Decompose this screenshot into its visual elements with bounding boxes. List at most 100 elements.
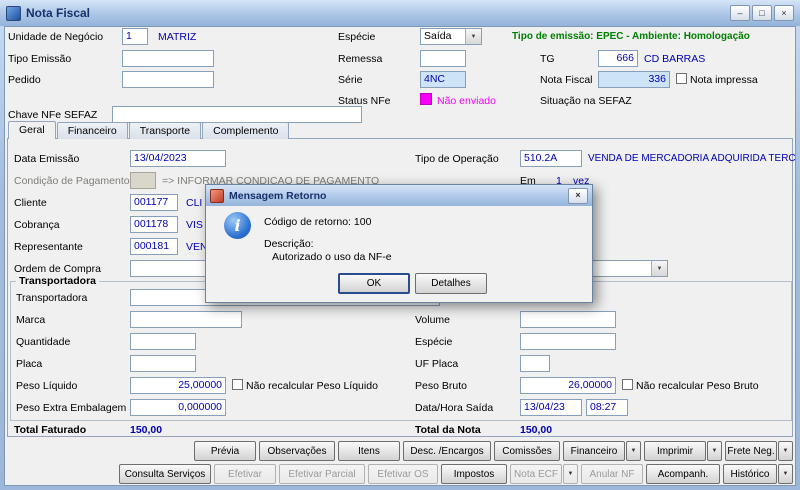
close-button[interactable]: × bbox=[774, 5, 794, 21]
peso-bruto-field[interactable]: 26,00000 bbox=[520, 377, 616, 394]
frete-neg-dropdown-button[interactable]: ▼ bbox=[778, 441, 793, 461]
marca-field[interactable] bbox=[130, 311, 242, 328]
chevron-down-icon: ▼ bbox=[712, 448, 718, 454]
imprimir-split-button: Imprimir ▼ bbox=[644, 441, 722, 461]
ok-button[interactable]: OK bbox=[338, 273, 410, 294]
status-nfe-color-swatch bbox=[420, 93, 432, 105]
cobranca-field[interactable]: 001178 bbox=[130, 216, 178, 233]
comissoes-button[interactable]: Comissões bbox=[494, 441, 560, 461]
uf-placa-field[interactable] bbox=[520, 355, 550, 372]
quantidade-field[interactable] bbox=[130, 333, 196, 350]
nao-recalcular-peso-bruto-checkbox[interactable] bbox=[622, 379, 633, 390]
total-nota-label: Total da Nota bbox=[415, 424, 481, 436]
detalhes-button[interactable]: Detalhes bbox=[415, 273, 487, 294]
dialog-close-button[interactable]: × bbox=[568, 188, 588, 204]
cliente-field[interactable]: 001177 bbox=[130, 194, 178, 211]
ordem-compra-label: Ordem de Compra bbox=[14, 263, 101, 275]
window-title: Nota Fiscal bbox=[26, 6, 728, 20]
consulta-servicos-button[interactable]: Consulta Serviços bbox=[119, 464, 211, 484]
total-faturado-label: Total Faturado bbox=[14, 424, 86, 436]
tg-label: TG bbox=[540, 53, 555, 65]
chevron-down-icon: ▼ bbox=[568, 471, 574, 477]
tg-field[interactable]: 666 bbox=[598, 50, 638, 67]
especie-transporte-field[interactable] bbox=[520, 333, 616, 350]
action-row-2: Consulta Serviços Efetivar Efetivar Parc… bbox=[119, 464, 793, 484]
representante-label: Representante bbox=[14, 241, 83, 253]
financeiro-button[interactable]: Financeiro bbox=[563, 441, 625, 461]
dialog-title: Mensagem Retorno bbox=[229, 190, 566, 202]
dialog-descricao-label: Descrição: bbox=[264, 238, 314, 250]
efetivar-os-button[interactable]: Efetivar OS bbox=[368, 464, 438, 484]
imprimir-button[interactable]: Imprimir bbox=[644, 441, 706, 461]
financeiro-dropdown-button[interactable]: ▼ bbox=[626, 441, 641, 461]
data-emissao-label: Data Emissão bbox=[14, 153, 79, 165]
transportadora-group-title: Transportadora bbox=[16, 275, 99, 287]
minimize-icon: – bbox=[737, 9, 742, 18]
peso-extra-field[interactable]: 0,000000 bbox=[130, 399, 226, 416]
chevron-down-icon[interactable]: ▼ bbox=[465, 29, 481, 44]
peso-liquido-field[interactable]: 25,00000 bbox=[130, 377, 226, 394]
acompanh-button[interactable]: Acompanh. bbox=[646, 464, 720, 484]
data-hora-saida-label: Data/Hora Saída bbox=[415, 402, 493, 414]
minimize-button[interactable]: – bbox=[730, 5, 750, 21]
desc-encargos-button[interactable]: Desc. /Encargos bbox=[403, 441, 491, 461]
data-emissao-field[interactable]: 13/04/2023 bbox=[130, 150, 226, 167]
cobranca-name: VIS bbox=[186, 219, 203, 231]
dialog-codigo-text: Código de retorno: 100 bbox=[264, 216, 371, 228]
data-saida-field[interactable]: 13/04/23 bbox=[520, 399, 582, 416]
nota-fiscal-field[interactable]: 336 bbox=[598, 71, 670, 88]
especie-transporte-label: Espécie bbox=[415, 336, 452, 348]
placa-label: Placa bbox=[16, 358, 42, 370]
anular-nf-button[interactable]: Anular NF bbox=[581, 464, 643, 484]
chevron-down-icon[interactable]: ▼ bbox=[651, 261, 667, 276]
especie-select[interactable]: Saída ▼ bbox=[420, 28, 482, 45]
condicao-pagamento-label: Condição de Pagamento bbox=[14, 175, 130, 187]
nota-impressa-checkbox[interactable] bbox=[676, 73, 687, 84]
status-nfe-value: Não enviado bbox=[437, 95, 496, 107]
nao-recalcular-peso-liquido-checkbox[interactable] bbox=[232, 379, 243, 390]
especie-value: Saída bbox=[421, 29, 465, 44]
tab-geral[interactable]: Geral bbox=[8, 121, 56, 139]
window-titlebar[interactable]: Nota Fiscal – □ × bbox=[0, 0, 800, 26]
impostos-button[interactable]: Impostos bbox=[441, 464, 507, 484]
volume-field[interactable] bbox=[520, 311, 616, 328]
nota-ecf-button[interactable]: Nota ECF bbox=[510, 464, 562, 484]
frete-neg-button[interactable]: Frete Neg. bbox=[725, 441, 777, 461]
placa-field[interactable] bbox=[130, 355, 196, 372]
historico-dropdown-button[interactable]: ▼ bbox=[778, 464, 793, 484]
tab-complemento[interactable]: Complemento bbox=[202, 122, 289, 139]
close-icon: × bbox=[781, 9, 786, 18]
observacoes-button[interactable]: Observações bbox=[259, 441, 335, 461]
previa-button[interactable]: Prévia bbox=[194, 441, 256, 461]
remessa-label: Remessa bbox=[338, 53, 382, 65]
itens-button[interactable]: Itens bbox=[338, 441, 400, 461]
historico-button[interactable]: Histórico bbox=[723, 464, 777, 484]
maximize-button[interactable]: □ bbox=[752, 5, 772, 21]
volume-label: Volume bbox=[415, 314, 450, 326]
pedido-field[interactable] bbox=[122, 71, 214, 88]
tipo-operacao-name: VENDA DE MERCADORIA ADQUIRIDA TERC bbox=[588, 153, 796, 164]
imprimir-dropdown-button[interactable]: ▼ bbox=[707, 441, 722, 461]
dialog-titlebar[interactable]: Mensagem Retorno × bbox=[206, 185, 592, 206]
hora-saida-field[interactable]: 08:27 bbox=[586, 399, 628, 416]
peso-liquido-label: Peso Líquido bbox=[16, 380, 77, 392]
tg-name: CD BARRAS bbox=[644, 53, 705, 65]
unidade-negocio-field[interactable]: 1 bbox=[122, 28, 148, 45]
uf-placa-label: UF Placa bbox=[415, 358, 458, 370]
nao-recalcular-peso-bruto-label: Não recalcular Peso Bruto bbox=[636, 380, 759, 392]
tipo-operacao-field[interactable]: 510.2A bbox=[520, 150, 582, 167]
tab-transporte[interactable]: Transporte bbox=[129, 122, 201, 139]
remessa-field[interactable] bbox=[420, 50, 466, 67]
nota-ecf-dropdown-button[interactable]: ▼ bbox=[563, 464, 578, 484]
tab-financeiro[interactable]: Financeiro bbox=[57, 122, 128, 139]
cliente-name: CLI bbox=[186, 197, 202, 209]
representante-field[interactable]: 000181 bbox=[130, 238, 178, 255]
cobranca-label: Cobrança bbox=[14, 219, 60, 231]
tipo-emissao-field[interactable] bbox=[122, 50, 214, 67]
total-faturado-value: 150,00 bbox=[130, 424, 162, 436]
tab-strip: Geral Financeiro Transporte Complemento bbox=[8, 121, 290, 139]
peso-bruto-label: Peso Bruto bbox=[415, 380, 467, 392]
efetivar-button[interactable]: Efetivar bbox=[214, 464, 276, 484]
efetivar-parcial-button[interactable]: Efetivar Parcial bbox=[279, 464, 365, 484]
serie-field[interactable]: 4NC bbox=[420, 71, 466, 88]
